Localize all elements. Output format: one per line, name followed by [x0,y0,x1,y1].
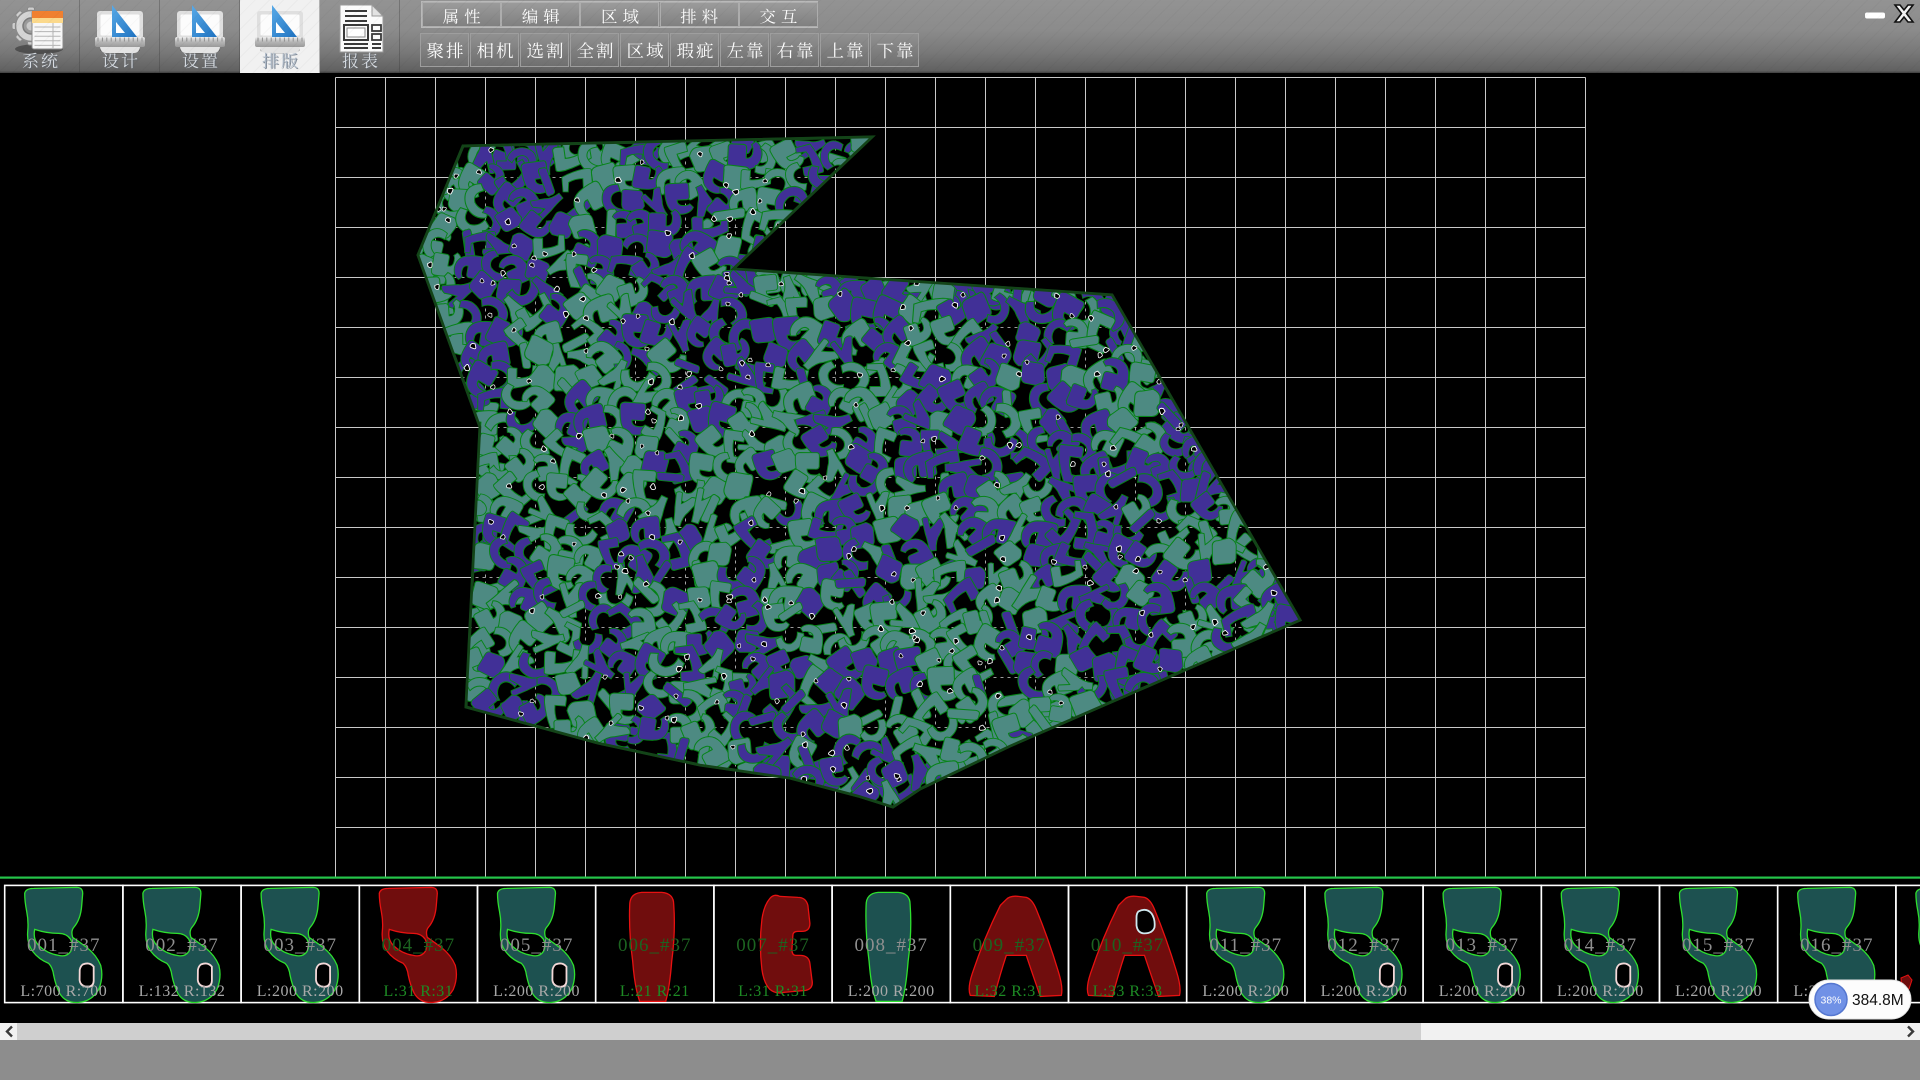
svg-text:L:33 R:33: L:33 R:33 [1093,983,1163,1000]
svg-text:016_#37: 016_#37 [1800,935,1874,956]
svg-text:L:200 R:200: L:200 R:200 [1557,983,1644,1000]
svg-text:005_#37: 005_#37 [500,935,574,956]
svg-text:L:132 R:132: L:132 R:132 [139,983,226,1000]
svg-text:L:200 R:200: L:200 R:200 [848,983,935,1000]
svg-text:010_#37: 010_#37 [1091,935,1165,956]
svg-text:008_#37: 008_#37 [854,935,928,956]
svg-text:011_#37: 011_#37 [1209,935,1282,956]
svg-text:007_#37: 007_#37 [736,935,810,956]
svg-text:384.8M: 384.8M [1852,992,1904,1009]
svg-text:L:200 R:200: L:200 R:200 [1439,983,1526,1000]
svg-text:L:21 R:21: L:21 R:21 [620,983,690,1000]
svg-text:002_#37: 002_#37 [145,935,219,956]
svg-text:L:700 R:700: L:700 R:700 [20,983,107,1000]
svg-text:L:31 R:31: L:31 R:31 [738,983,808,1000]
svg-text:001_#37: 001_#37 [27,935,101,956]
svg-text:L:31 R:31: L:31 R:31 [383,983,453,1000]
svg-text:012_#37: 012_#37 [1327,935,1401,956]
svg-text:L:200 R:200: L:200 R:200 [493,983,580,1000]
svg-text:38%: 38% [1820,995,1841,1007]
svg-text:L:200 R:200: L:200 R:200 [1675,983,1762,1000]
svg-text:003_#37: 003_#37 [263,935,337,956]
svg-text:013_#37: 013_#37 [1445,935,1519,956]
svg-text:009_#37: 009_#37 [973,935,1047,956]
svg-text:L:200 R:200: L:200 R:200 [257,983,344,1000]
svg-text:014_#37: 014_#37 [1564,935,1638,956]
svg-text:006_#37: 006_#37 [618,935,692,956]
svg-text:004_#37: 004_#37 [382,935,456,956]
svg-text:L:200 R:200: L:200 R:200 [1202,983,1289,1000]
svg-text:015_#37: 015_#37 [1682,935,1756,956]
svg-text:L:200 R:200: L:200 R:200 [1321,983,1408,1000]
svg-text:L:32 R:31: L:32 R:31 [974,983,1044,1000]
